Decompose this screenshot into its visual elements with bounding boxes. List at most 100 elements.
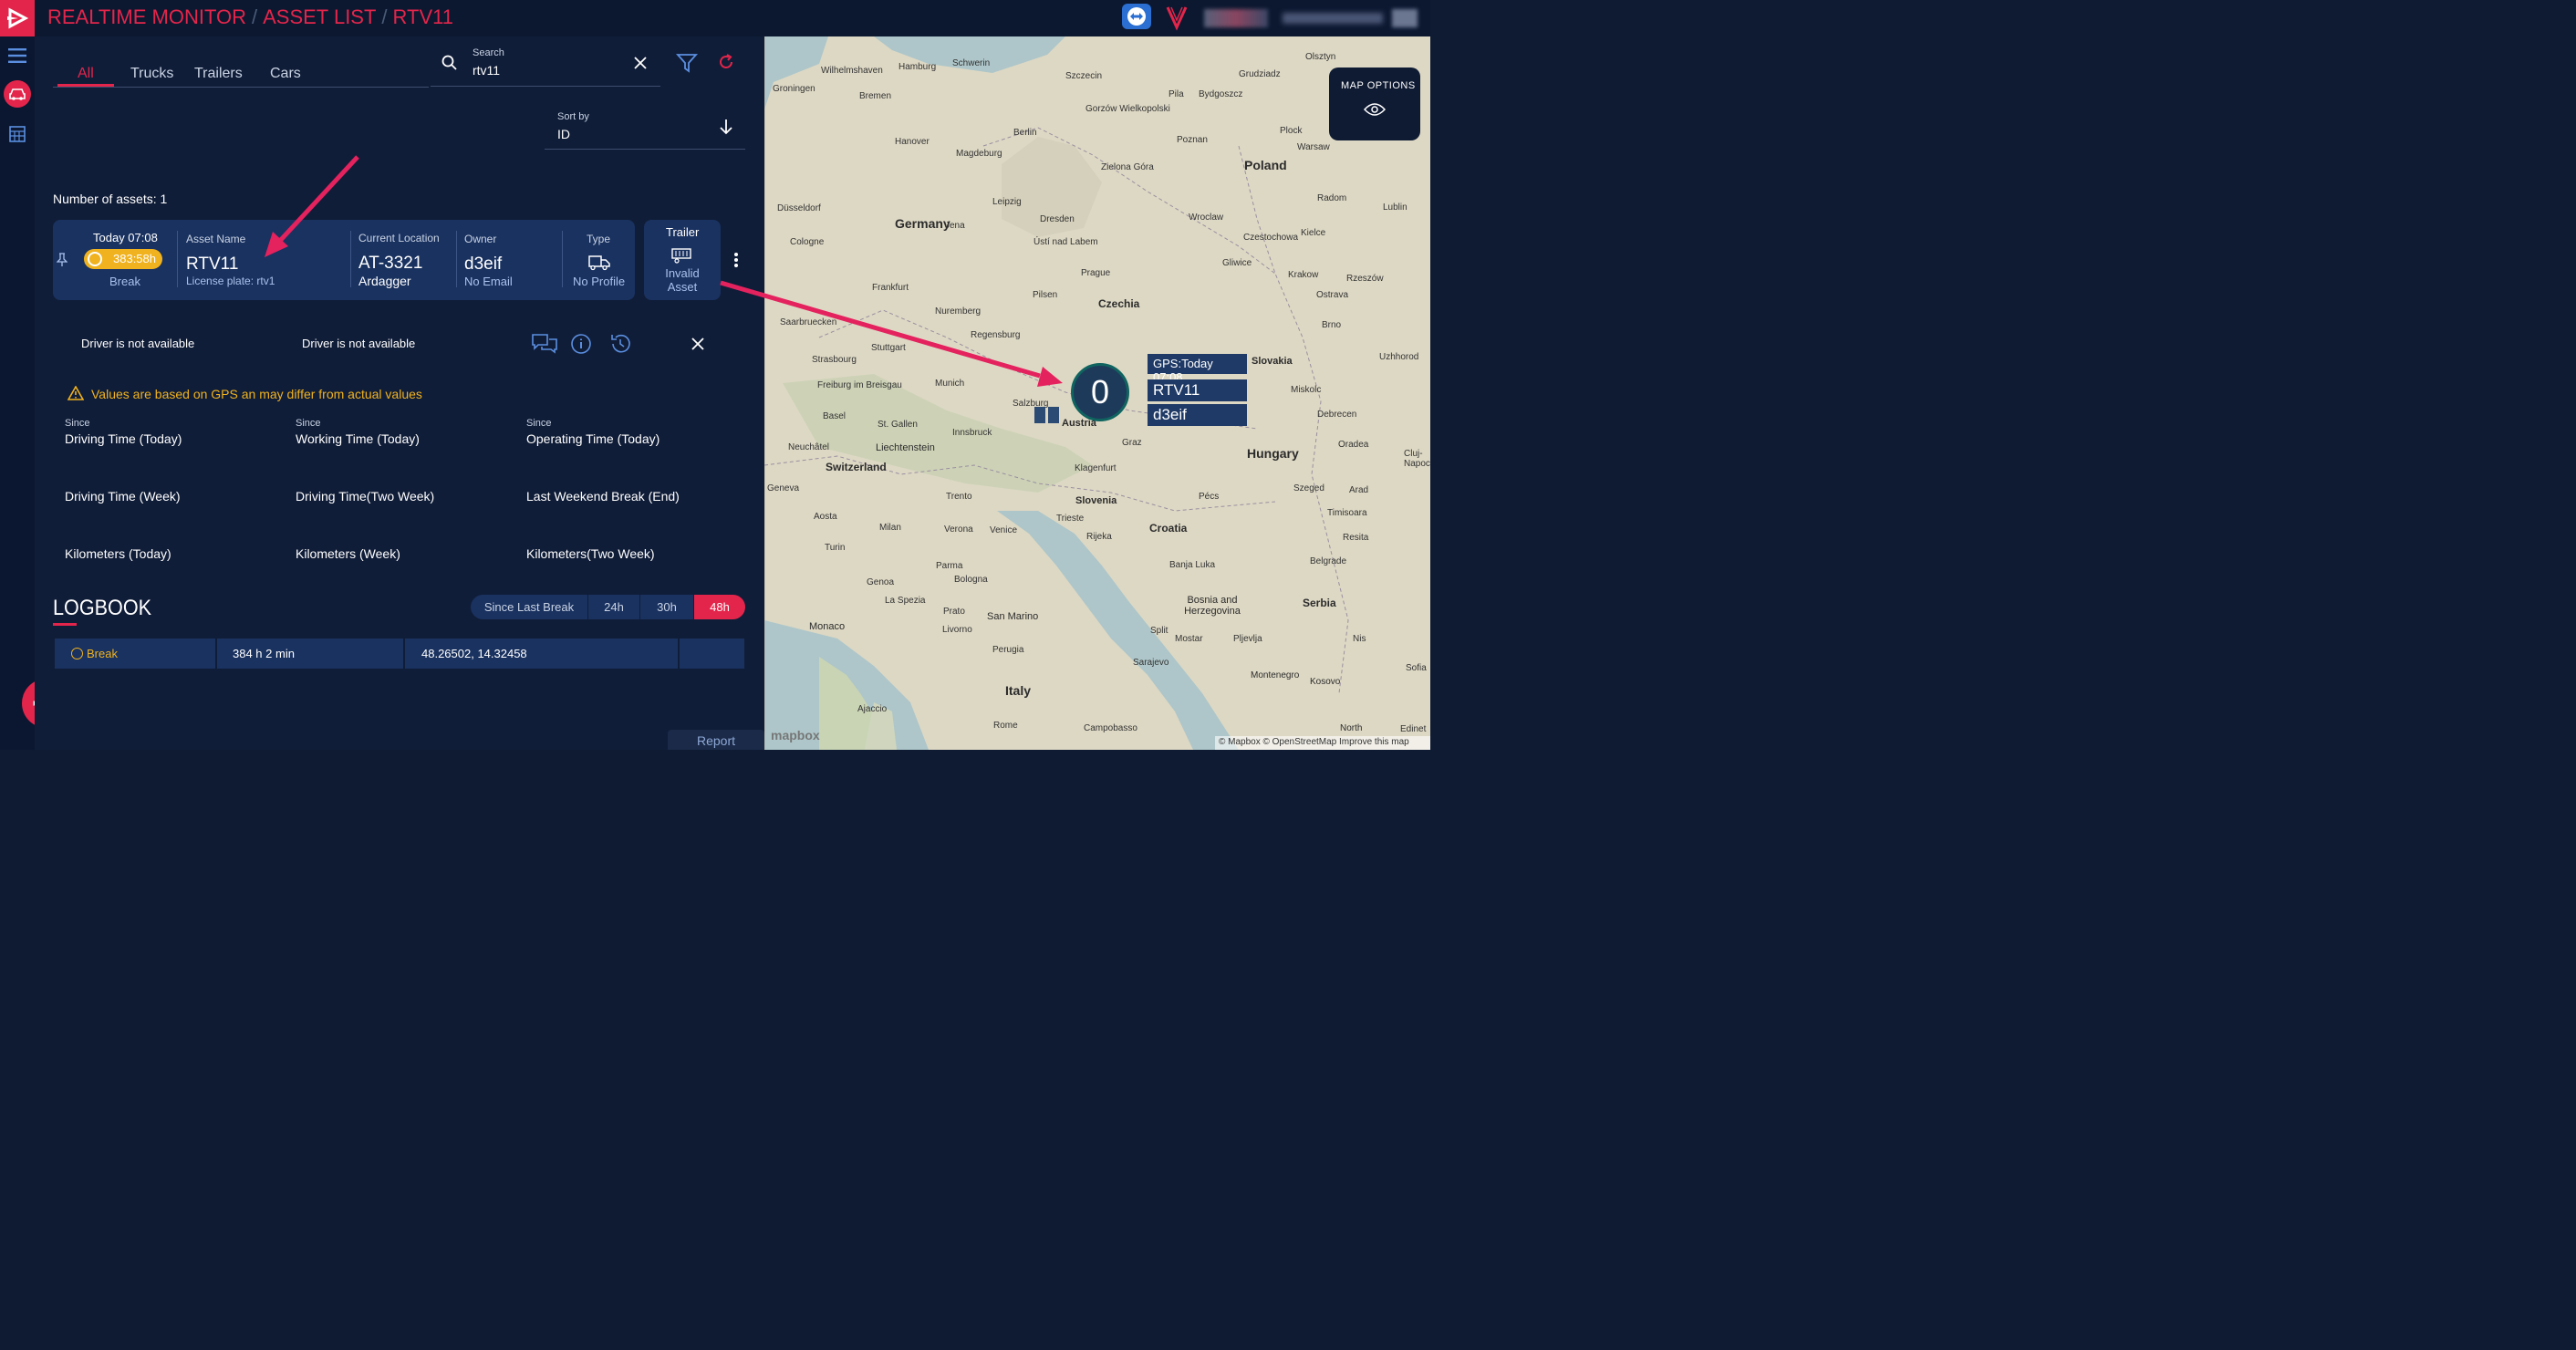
stat-last-weekend-break: Last Weekend Break (End) [526, 489, 680, 504]
more-options-icon[interactable] [733, 253, 739, 272]
range-30h[interactable]: 30h [640, 595, 693, 619]
logbook-cell-type: Break [55, 639, 215, 669]
map-attribution[interactable]: © Mapbox © OpenStreetMap Improve this ma… [1215, 736, 1430, 750]
user-account-blurred[interactable] [1204, 5, 1423, 29]
map-city-label: Edinet [1400, 724, 1427, 734]
hamburger-menu-icon[interactable] [4, 42, 31, 69]
trailer-value: Invalid Asset [665, 266, 700, 294]
map-city-label: Gorzów Wielkopolski [1085, 104, 1170, 114]
map-city-label: Miskolc [1291, 385, 1322, 395]
clear-search-icon[interactable] [634, 57, 647, 74]
range-24h[interactable]: 24h [588, 595, 639, 619]
breadcrumb-current-asset: RTV11 [392, 5, 453, 28]
asset-cluster-marker[interactable]: 0 [1071, 363, 1129, 421]
map-city-label: Verona [944, 524, 973, 535]
map-view[interactable]: Germany Poland Czechia Austria Slovakia … [764, 36, 1430, 750]
teamviewer-icon[interactable] [1122, 4, 1151, 29]
breadcrumb-asset-list[interactable]: ASSET LIST [263, 5, 376, 28]
owner-name: d3eif [464, 254, 503, 274]
map-city-label: Turin [825, 543, 846, 553]
tab-all[interactable]: All [78, 66, 94, 82]
map-city-label: Brno [1322, 320, 1342, 330]
mapbox-logo[interactable]: mapbox [771, 728, 820, 742]
stat-since: Since [296, 418, 321, 429]
map-city-label: Debrecen [1317, 410, 1357, 420]
filter-icon[interactable] [675, 53, 699, 78]
owner-email: No Email [464, 275, 513, 288]
range-since-last-break[interactable]: Since Last Break [471, 595, 587, 619]
map-city-label: Pilsen [1033, 290, 1058, 300]
map-city-label: Pila [1169, 89, 1184, 99]
map-city-label: Oradea [1338, 440, 1369, 450]
info-icon[interactable] [570, 333, 592, 359]
map-city-label: Berlin [1013, 128, 1037, 138]
tabs-underline [53, 87, 429, 88]
chat-icon[interactable] [531, 332, 558, 358]
vivaldi-icon[interactable] [1166, 4, 1188, 31]
calendar-grid-icon[interactable] [4, 120, 31, 148]
map-label-slovenia: Slovenia [1075, 495, 1117, 506]
map-city-label: Nuremberg [935, 306, 982, 317]
search-input[interactable]: rtv11 [473, 63, 500, 78]
report-button[interactable]: Report [668, 730, 764, 750]
close-details-icon[interactable] [691, 338, 704, 355]
logbook-title: LOGBOOK [53, 596, 152, 620]
map-city-label: Wroclaw [1189, 213, 1224, 223]
map-city-label: Rome [993, 721, 1018, 731]
tab-cars[interactable]: Cars [270, 66, 301, 82]
map-city-label: Prato [943, 607, 965, 617]
marker-asset-name: RTV11 [1148, 379, 1247, 401]
asset-time: Today 07:08 [93, 231, 158, 244]
tab-trailers[interactable]: Trailers [194, 66, 243, 82]
map-city-label: Czestochowa [1243, 233, 1299, 243]
map-city-label: Neuchâtel [788, 442, 830, 452]
map-city-label: St. Gallen [878, 420, 918, 430]
map-label-serbia: Serbia [1303, 597, 1336, 609]
map-label-germany: Germany [895, 216, 950, 231]
breadcrumb-realtime-monitor[interactable]: REALTIME MONITOR [47, 5, 246, 28]
location-label: Current Location [358, 232, 440, 244]
sort-select[interactable]: ID [557, 127, 570, 141]
map-city-label: Sofia [1406, 663, 1427, 673]
pin-icon[interactable] [56, 253, 68, 272]
owner-label: Owner [464, 233, 497, 245]
license-plate: License plate: rtv1 [186, 275, 275, 287]
stat-km-two-week: Kilometers(Two Week) [526, 546, 655, 561]
sort-direction-icon[interactable] [719, 119, 733, 140]
type-label: Type [587, 233, 611, 245]
map-city-label: Frankfurt [872, 283, 909, 293]
range-48h[interactable]: 48h [694, 595, 745, 619]
app-logo[interactable] [0, 0, 35, 36]
location-code: AT-3321 [358, 254, 423, 273]
history-icon[interactable] [608, 332, 632, 360]
map-options-panel[interactable]: MAP OPTIONS [1329, 68, 1420, 140]
trailer-card[interactable]: Trailer Invalid Asset [644, 220, 721, 300]
map-city-label: Regensburg [971, 330, 1021, 340]
map-city-label: Dresden [1040, 214, 1075, 224]
map-city-label: Prague [1081, 268, 1111, 278]
map-city-label: Ústí nad Labem [1034, 237, 1098, 247]
map-city-label: Parma [936, 561, 963, 571]
map-city-label: Olsztyn [1305, 52, 1336, 62]
top-bar: REALTIME MONITOR / ASSET LIST / RTV11 [0, 0, 1430, 36]
eye-icon[interactable] [1363, 102, 1387, 121]
map-city-label: Rzeszów [1346, 274, 1384, 284]
asset-card[interactable]: Today 07:08 383:58h Break Asset Name RTV… [53, 220, 635, 300]
map-city-label: Trieste [1056, 514, 1085, 524]
map-city-label: Venice [990, 525, 1018, 535]
location-city: Ardagger [358, 274, 411, 288]
map-city-label: Leipzig [992, 197, 1022, 207]
map-city-label: La Spezia [885, 596, 926, 606]
marker-gps-time: GPS:Today 07:08 [1148, 354, 1247, 384]
tab-trucks[interactable]: Trucks [130, 66, 173, 82]
vehicle-icon[interactable] [4, 80, 31, 108]
map-city-label: Timisoara [1327, 508, 1367, 518]
stat-operating-today: Operating Time (Today) [526, 431, 660, 446]
refresh-icon[interactable] [717, 53, 735, 76]
asset-name: RTV11 [186, 254, 239, 274]
map-label-slovakia: Slovakia [1252, 356, 1293, 367]
map-city-label: Graz [1122, 438, 1142, 448]
map-city-label: Basel [823, 411, 847, 421]
stat-driving-two-week: Driving Time(Two Week) [296, 489, 435, 504]
trailer-label: Trailer [666, 225, 700, 239]
